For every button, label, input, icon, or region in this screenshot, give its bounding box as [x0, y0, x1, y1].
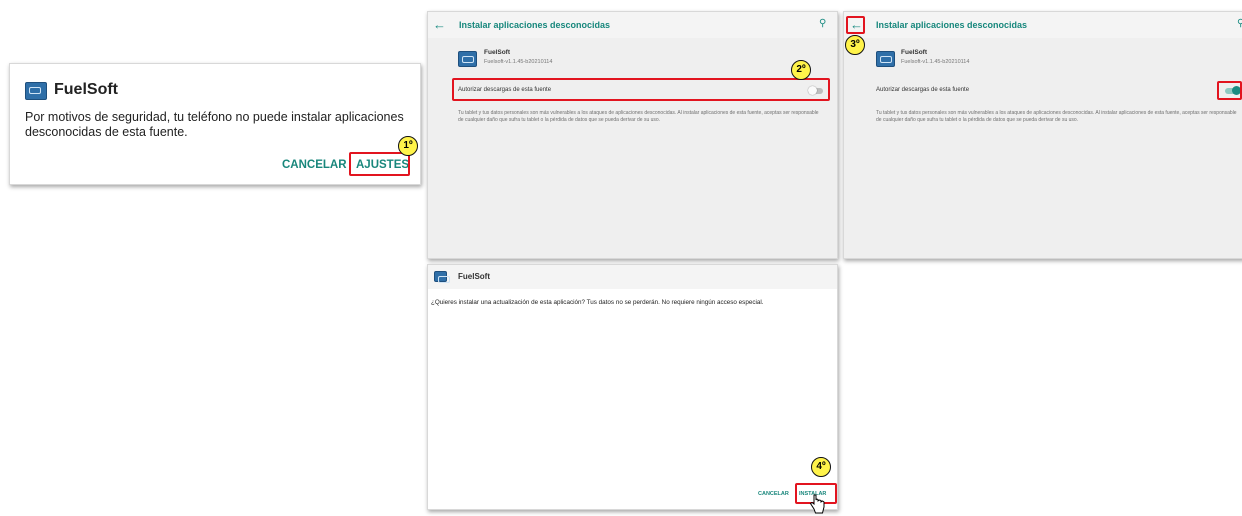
app-version: Fuelsoft-v1.1.45-b20210114: [484, 59, 553, 65]
toggle-label: Autorizar descargas de esta fuente: [876, 87, 970, 93]
page-title: Instalar aplicaciones desconocidas: [876, 20, 1028, 30]
step-badge-2: 2º: [791, 60, 811, 80]
hand-cursor-icon: [809, 494, 825, 514]
cancel-button[interactable]: CANCELAR: [758, 491, 789, 497]
dialog-message: Por motivos de seguridad, tu teléfono no…: [25, 110, 404, 139]
warning-description: Tu tablet y tus datos personales son más…: [876, 110, 1237, 123]
app-icon: [876, 51, 895, 67]
search-icon[interactable]: ⚲: [1237, 18, 1242, 29]
unknown-apps-settings-off: ← Instalar aplicaciones desconocidas ⚲ F…: [427, 11, 838, 259]
search-icon[interactable]: ⚲: [819, 18, 826, 29]
highlight-toggle: [1217, 81, 1242, 100]
app-name: FuelSoft: [901, 49, 927, 56]
app-version: Fuelsoft-v1.1.45-b20210114: [901, 59, 970, 65]
page-title: Instalar aplicaciones desconocidas: [459, 20, 611, 30]
app-icon: [434, 271, 450, 283]
app-icon: [458, 51, 477, 67]
app-icon: [25, 82, 47, 100]
step-badge-1: 1º: [398, 136, 418, 156]
installer-title: FuelSoft: [458, 272, 490, 281]
highlight-settings-button: [349, 152, 410, 176]
warning-description: Tu tablet y tus datos personales son más…: [458, 110, 819, 123]
dialog-title: FuelSoft: [54, 81, 118, 98]
step-badge-3: 3º: [845, 35, 865, 55]
cancel-button[interactable]: CANCELAR: [282, 159, 347, 171]
installer-dialog: FuelSoft ¿Quieres instalar una actualiza…: [427, 264, 838, 510]
step-badge-4: 4º: [811, 457, 831, 477]
back-arrow-icon[interactable]: ←: [433, 18, 446, 32]
highlight-toggle-row: [452, 78, 830, 101]
unknown-apps-settings-on: ← Instalar aplicaciones desconocidas ⚲ F…: [843, 11, 1242, 259]
highlight-back-arrow: [846, 16, 865, 34]
installer-message: ¿Quieres instalar una actualización de e…: [431, 299, 764, 306]
app-name: FuelSoft: [484, 49, 510, 56]
